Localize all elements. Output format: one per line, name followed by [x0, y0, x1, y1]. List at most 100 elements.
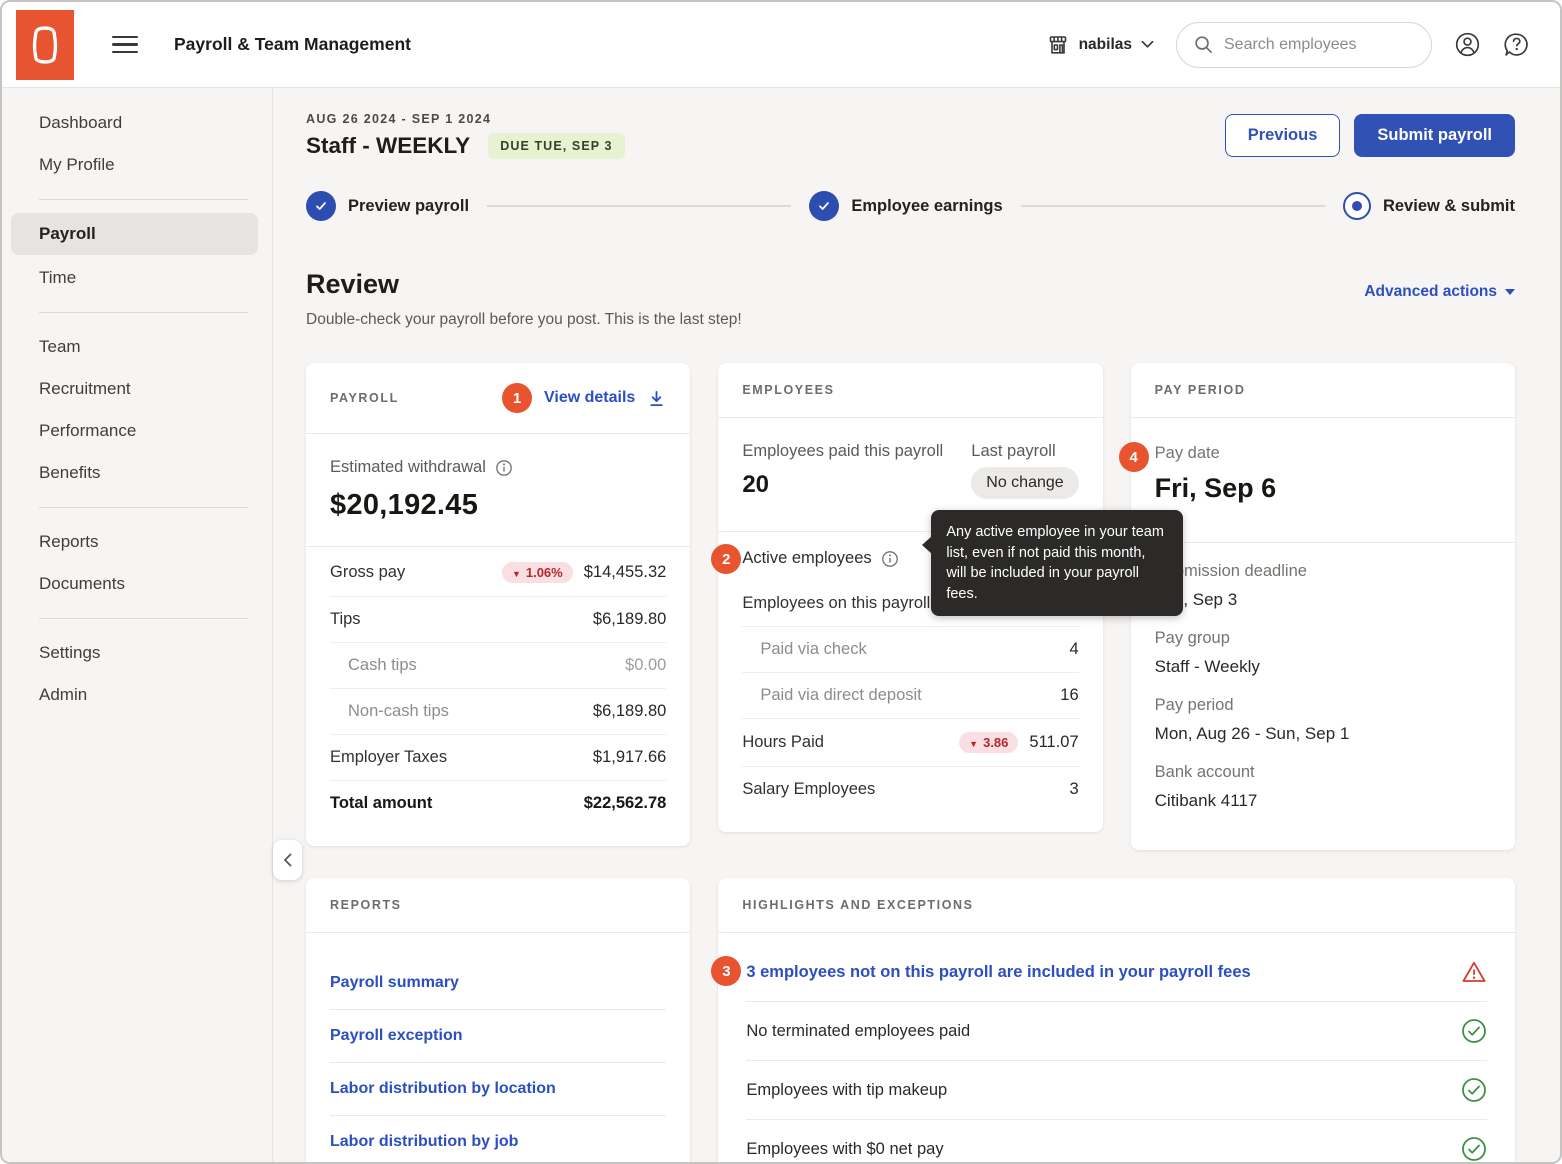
app-logo[interactable] [16, 10, 74, 80]
sidebar-item-dashboard[interactable]: Dashboard [2, 102, 272, 144]
payroll-row-employer-taxes: Employer Taxes $1,917.66 [330, 735, 666, 781]
homebase-mark-icon [28, 22, 62, 68]
sidebar-item-reports[interactable]: Reports [2, 521, 272, 563]
payroll-row-cash-tips: Cash tips $0.00 [330, 643, 666, 689]
progress-stepper: Preview payroll Employee earnings Review… [306, 191, 1515, 221]
employees-paid-label: Employees paid this payroll [742, 442, 943, 461]
payroll-fees-link[interactable]: 3 employees not on this payroll are incl… [746, 963, 1250, 982]
card-title: REPORTS [330, 898, 402, 912]
sidebar-item-documents[interactable]: Documents [2, 563, 272, 605]
card-title: PAYROLL [330, 391, 399, 405]
payroll-card: PAYROLL 1 View details Estimated withdra… [306, 363, 690, 846]
report-link-payroll-summary[interactable]: Payroll summary [330, 974, 459, 991]
payroll-run-header: AUG 26 2024 - SEP 1 2024 Staff - WEEKLY … [306, 112, 1515, 159]
decrease-arrow-icon [969, 735, 978, 750]
advanced-actions-dropdown[interactable]: Advanced actions [1364, 283, 1515, 301]
highlight-row-zero-net-pay: Employees with $0 net pay [746, 1120, 1487, 1162]
report-link-payroll-exception[interactable]: Payroll exception [330, 1027, 463, 1044]
app-window: Payroll & Team Management nabilas [0, 0, 1562, 1164]
sidebar-item-my-profile[interactable]: My Profile [2, 144, 272, 186]
employees-card: EMPLOYEES Employees paid this payroll 20… [718, 363, 1102, 832]
active-employees-row: 2 Active employees Any active employee i… [742, 534, 1078, 581]
sidebar-item-payroll[interactable]: Payroll [11, 213, 258, 255]
pay-date-label: Pay date [1155, 444, 1491, 463]
divider [1131, 542, 1515, 543]
previous-button[interactable]: Previous [1225, 114, 1341, 157]
top-bar: Payroll & Team Management nabilas [2, 2, 1560, 88]
chevron-left-icon [283, 853, 292, 867]
divider [39, 199, 248, 200]
employees-row-paid-check: Paid via check 4 [742, 627, 1078, 673]
search-input[interactable] [1224, 36, 1415, 54]
caret-down-icon [1505, 289, 1515, 295]
step-employee-earnings[interactable]: Employee earnings [809, 191, 1002, 221]
sidebar: Dashboard My Profile Payroll Time Team R… [2, 88, 273, 1162]
step-number-badge-1: 1 [502, 383, 532, 413]
employees-row-hours-paid: Hours Paid 3.86 511.07 [742, 719, 1078, 767]
menu-icon[interactable] [112, 30, 138, 59]
divider [306, 546, 690, 547]
sidebar-item-performance[interactable]: Performance [2, 410, 272, 452]
sidebar-collapse-button[interactable] [273, 840, 302, 880]
warning-icon [1461, 959, 1487, 985]
report-link-labor-distribution-location[interactable]: Labor distribution by location [330, 1080, 556, 1097]
review-heading: Review [306, 269, 742, 300]
decrease-badge: 3.86 [959, 732, 1018, 753]
payroll-row-total-amount: Total amount $22,562.78 [330, 781, 666, 826]
submission-deadline-field: Submission deadline Tue, Sep 3 [1155, 562, 1491, 610]
main-content: AUG 26 2024 - SEP 1 2024 Staff - WEEKLY … [273, 88, 1560, 1162]
divider [39, 507, 248, 508]
info-icon[interactable] [881, 550, 899, 568]
step-connector [487, 205, 791, 207]
step-connector [1021, 205, 1325, 207]
storefront-icon [1046, 33, 1070, 57]
step-label: Preview payroll [348, 197, 469, 216]
reports-card: REPORTS Payroll summary Payroll exceptio… [306, 878, 690, 1162]
payroll-row-gross-pay: Gross pay 1.06% $14,455.32 [330, 549, 666, 597]
account-switcher[interactable]: nabilas [1046, 33, 1154, 57]
step-current-icon [1343, 192, 1371, 220]
check-circle-icon [1461, 1018, 1487, 1044]
highlights-card: HIGHLIGHTS AND EXCEPTIONS 3 3 employees … [718, 878, 1515, 1162]
check-circle-icon [1461, 1136, 1487, 1162]
highlight-row-terminated: No terminated employees paid [746, 1002, 1487, 1061]
step-label: Employee earnings [851, 197, 1002, 216]
app-title: Payroll & Team Management [174, 34, 411, 55]
sidebar-item-recruitment[interactable]: Recruitment [2, 368, 272, 410]
search-box[interactable] [1176, 22, 1432, 68]
bank-account-field: Bank account Citibank 4117 [1155, 763, 1491, 811]
download-icon[interactable] [647, 389, 666, 408]
active-employees-label: Active employees [742, 549, 871, 568]
view-details-link[interactable]: View details [544, 389, 635, 407]
step-preview-payroll[interactable]: Preview payroll [306, 191, 469, 221]
step-review-submit[interactable]: Review & submit [1343, 192, 1515, 220]
payroll-row-tips: Tips $6,189.80 [330, 597, 666, 643]
sidebar-item-settings[interactable]: Settings [2, 632, 272, 674]
active-employees-tooltip: Any active employee in your team list, e… [931, 510, 1183, 616]
pay-date-value: Fri, Sep 6 [1155, 473, 1491, 504]
last-payroll-label: Last payroll [971, 442, 1078, 461]
account-name: nabilas [1079, 36, 1132, 54]
step-number-badge-4: 4 [1119, 442, 1149, 472]
sidebar-item-admin[interactable]: Admin [2, 674, 272, 716]
check-circle-icon [1461, 1077, 1487, 1103]
pay-period-field: Pay period Mon, Aug 26 - Sun, Sep 1 [1155, 696, 1491, 744]
review-subtitle: Double-check your payroll before you pos… [306, 311, 742, 329]
search-icon [1193, 34, 1214, 55]
info-icon[interactable] [495, 459, 513, 477]
payroll-row-non-cash-tips: Non-cash tips $6,189.80 [330, 689, 666, 735]
sidebar-item-time[interactable]: Time [2, 257, 272, 299]
sidebar-item-benefits[interactable]: Benefits [2, 452, 272, 494]
submit-payroll-button[interactable]: Submit payroll [1354, 114, 1515, 157]
card-title: HIGHLIGHTS AND EXCEPTIONS [742, 898, 973, 912]
help-icon[interactable] [1503, 31, 1530, 58]
report-link-labor-distribution-job[interactable]: Labor distribution by job [330, 1133, 518, 1150]
estimated-withdrawal-label: Estimated withdrawal [330, 458, 486, 477]
highlight-row-tip-makeup: Employees with tip makeup [746, 1061, 1487, 1120]
step-number-badge-3: 3 [711, 956, 741, 986]
divider [39, 312, 248, 313]
account-icon[interactable] [1454, 31, 1481, 58]
sidebar-item-team[interactable]: Team [2, 326, 272, 368]
step-label: Review & submit [1383, 197, 1515, 216]
decrease-arrow-icon [512, 565, 521, 580]
